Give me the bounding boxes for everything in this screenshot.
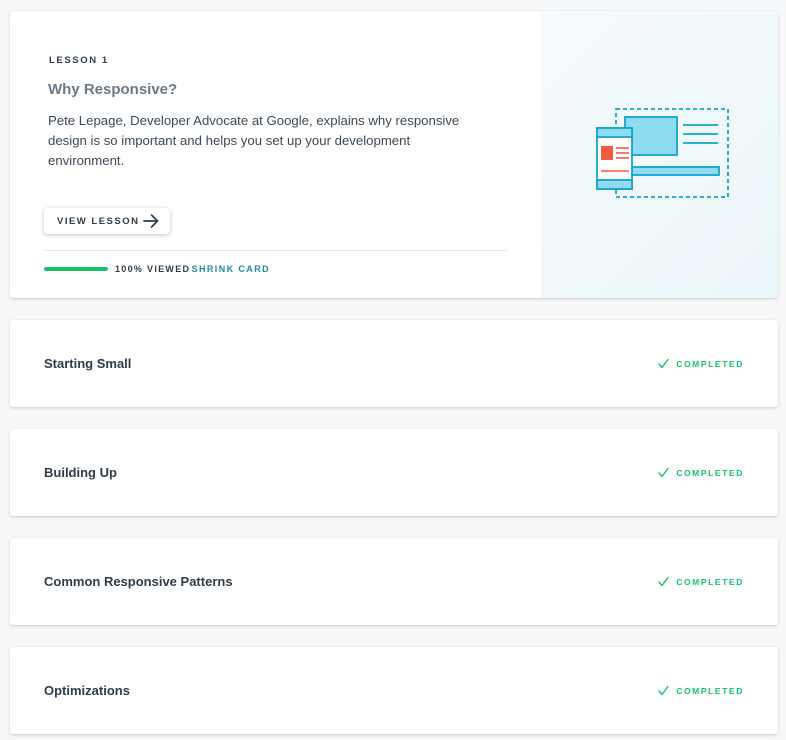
lesson-card-content: LESSON 1 Why Responsive? Pete Lepage, De… (10, 11, 541, 298)
completed-label: COMPLETED (676, 467, 744, 478)
completed-status: COMPLETED (658, 358, 744, 369)
view-lesson-button[interactable]: VIEW LESSON (44, 208, 170, 234)
lesson-card-collapsed[interactable]: Optimizations COMPLETED (10, 647, 778, 734)
check-icon (658, 576, 669, 587)
completed-status: COMPLETED (658, 576, 744, 587)
completed-label: COMPLETED (676, 576, 744, 587)
lesson-description: Pete Lepage, Developer Advocate at Googl… (48, 113, 460, 168)
lesson-title: Building Up (44, 465, 117, 480)
lesson-title: Optimizations (44, 683, 130, 698)
completed-label: COMPLETED (676, 358, 744, 369)
lesson-title: Common Responsive Patterns (44, 574, 233, 589)
lesson-title: Why Responsive? (48, 81, 178, 98)
lesson-illustration-panel (541, 11, 778, 298)
lesson-card-collapsed[interactable]: Common Responsive Patterns COMPLETED (10, 538, 778, 625)
completed-status: COMPLETED (658, 685, 744, 696)
view-lesson-label: VIEW LESSON (57, 215, 140, 227)
check-icon (658, 685, 669, 696)
lesson-card-collapsed[interactable]: Starting Small COMPLETED (10, 320, 778, 407)
check-icon (658, 358, 669, 369)
progress-bar-fill (44, 267, 108, 271)
lesson-number-label: LESSON 1 (49, 55, 109, 66)
lesson-card-collapsed[interactable]: Building Up COMPLETED (10, 429, 778, 516)
progress-bar (44, 267, 108, 271)
lesson-title: Starting Small (44, 356, 132, 371)
lesson-card-expanded: LESSON 1 Why Responsive? Pete Lepage, De… (10, 11, 778, 298)
check-icon (658, 467, 669, 478)
completed-label: COMPLETED (676, 685, 744, 696)
completed-status: COMPLETED (658, 467, 744, 478)
responsive-devices-illustration (596, 108, 729, 198)
shrink-card-link[interactable]: SHRINK CARD (192, 264, 270, 274)
card-divider (44, 250, 507, 251)
progress-text: 100% VIEWED (115, 264, 191, 274)
arrow-right-icon (143, 214, 159, 228)
